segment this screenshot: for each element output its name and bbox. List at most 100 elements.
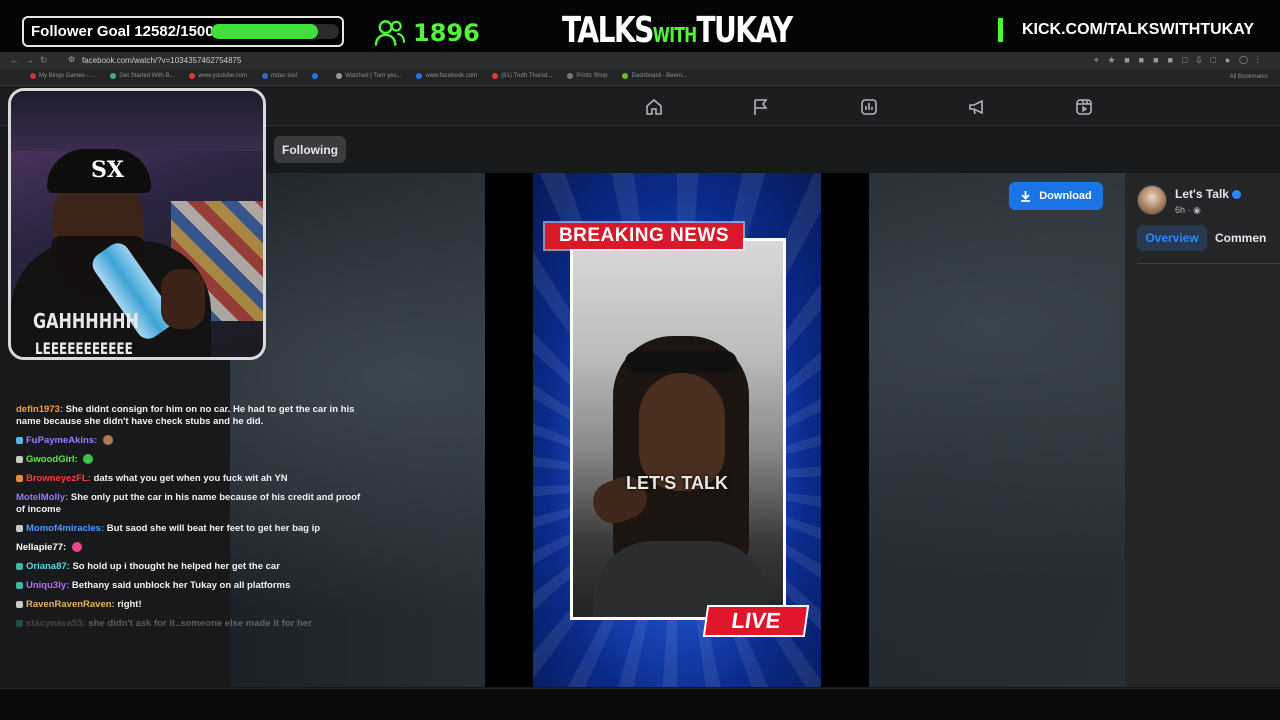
bookmark-item[interactable]: mdas tool [262,73,297,79]
brand-logo-tukay: TUKAY [696,10,793,51]
chat-message: defin1973: She didnt consign for him on … [10,404,370,428]
download-icon [1021,191,1031,202]
bookmark-favicon-icon [336,73,343,79]
post-time-text: 6h · [1175,205,1194,215]
bookmarks-list: My Bingo Games - ... Get Started With B..… [30,73,687,79]
chat-message: FuPaymeAkins: [10,435,370,447]
streamer-webcam: SX GAHHHHHH LEEEEEEEEEEE [8,88,266,360]
bookmark-item[interactable]: My Bingo Games - ... [30,73,95,79]
chat-badge-icon [16,524,23,532]
chat-message: RavenRavenRaven: right! [10,599,370,611]
globe-icon: ◉ [1193,205,1201,215]
chat-message: Uniqu3ly: Bethany said unblock her Tukay… [10,580,370,592]
bookmark-favicon-icon [416,73,423,79]
streamer-hand [161,269,205,329]
chat-text: She only put the car in his name because… [16,492,361,515]
brand-logo: TALKSWITHTUKAY [562,10,793,51]
bookmarks-bar: My Bingo Games - ... Get Started With B..… [0,69,1280,86]
flag-icon[interactable] [751,97,771,117]
chat-username[interactable]: MotelMolly: [16,492,68,503]
chat-message: Nellapie77: [10,542,370,554]
page-name-text[interactable]: Let's Talk [1175,187,1229,201]
chat-username[interactable]: BrowneyezFL: [26,473,91,484]
chat-username[interactable]: GwoodGirl: [26,454,78,465]
site-info-icon[interactable]: ⚙ [68,55,75,64]
kick-channel-url: KICK.COM/TALKSWITHTUKAY [1022,21,1254,38]
home-icon[interactable] [644,97,664,117]
chat-emote-icon [83,454,94,465]
download-button[interactable]: Download [1009,182,1103,210]
chat-text: dats what you get when you fuck wit ah Y… [93,473,288,484]
person-headband [625,351,737,373]
bookmark-item[interactable]: Watched | Turn yes... [336,73,401,79]
chat-username[interactable]: Momof4miracles: [26,523,104,534]
chat-badge-icon [16,581,23,589]
post-side-panel: Let's Talk 6h · ◉ Overview Commen [1125,173,1280,687]
bookmark-item[interactable]: www.facebook.com [416,73,477,79]
bookmark-favicon-icon [312,73,319,79]
bookmark-favicon-icon [262,73,269,79]
shirt-text-line1: GAHHHHHH [33,309,139,333]
users-icon [374,20,405,46]
chat-text: right! [117,599,142,610]
download-label: Download [1039,190,1092,202]
bookmark-item[interactable]: Get Started With B... [110,73,174,79]
stream-chat: defin1973: She didnt consign for him on … [10,404,370,637]
chat-badge-icon [16,474,23,482]
address-bar[interactable]: ←→↻ ⚙ facebook.com/watch/?v=103435746275… [0,52,1280,69]
chat-message: stacynava53: she didn't ask for it..some… [10,618,370,630]
all-bookmarks[interactable]: All Bookmarks [1230,74,1268,80]
bookmark-label: Get Started With B... [119,73,175,79]
brand-logo-with: WITH [652,23,697,47]
shirt-text-line2: LEEEEEEEEEEE [35,339,133,358]
bookmark-favicon-icon [189,73,196,79]
chat-message: MotelMolly: She only put the car in his … [10,492,370,516]
tab-comments[interactable]: Commen [1215,225,1266,251]
chat-emote-icon [102,435,113,446]
video-watermark: LET'S TALK [626,473,728,493]
page-name[interactable]: Let's Talk [1175,187,1241,201]
dashboard-icon[interactable] [859,97,879,117]
post-time: 6h · ◉ [1175,205,1201,216]
bookmark-label: (81) Truth Thursd... [501,73,553,79]
follower-goal-widget: Follower Goal 12582/15000 [22,16,344,47]
chat-username[interactable]: Uniqu3ly: [26,580,69,591]
tab-overview[interactable]: Overview [1137,225,1207,251]
chat-text: she didn't ask for it..someone else made… [88,618,312,629]
panel-divider [1137,263,1280,264]
chat-text: She didnt consign for him on no car. He … [16,404,355,427]
browser-nav-icons[interactable]: ←→↻ [10,55,54,66]
bookmark-favicon-icon [492,73,499,79]
chat-username[interactable]: Oriana87: [26,561,70,572]
chat-username[interactable]: defin1973: [16,404,63,415]
overlay-bottom-strip [0,688,1280,720]
chat-username[interactable]: Nellapie77: [16,542,66,553]
bookmark-item[interactable]: www.youtube.com [189,73,247,79]
chat-username[interactable]: stacynava53: [26,618,86,629]
following-button[interactable]: Following [274,136,346,163]
megaphone-icon[interactable] [967,97,987,117]
bookmark-label: Watched | Turn yes... [345,73,402,79]
bookmark-item[interactable]: Dashboard - Beem... [622,73,687,79]
chat-badge-icon [16,455,23,463]
chat-text: Bethany said unblock her Tukay on all pl… [71,580,291,591]
verified-badge-icon [1231,190,1241,200]
url-text[interactable]: facebook.com/watch/?v=1034357462754875 [82,56,241,65]
bookmark-favicon-icon [567,73,574,79]
extension-icons[interactable]: ⌖★■■■■□⇩□●◯⋮ [1094,55,1268,66]
follower-goal-label: Follower Goal 12582/15000 [31,23,222,40]
bookmark-item[interactable]: Prints Shop [567,73,607,79]
video-player[interactable]: BREAKING NEWS LET'S TALK LIVE [485,173,869,687]
chat-username[interactable]: FuPaymeAkins: [26,435,97,446]
chat-message: Momof4miracles: But saod she will beat h… [10,523,370,535]
chat-username[interactable]: RavenRavenRaven: [26,599,115,610]
bookmark-item[interactable] [312,73,321,79]
page-avatar[interactable] [1137,185,1167,215]
video-person-frame [570,238,786,620]
bookmark-label: www.youtube.com [198,73,248,79]
chat-badge-icon [16,436,23,444]
chat-emote-icon [71,542,82,553]
follower-goal-bar [211,24,339,39]
video-icon[interactable] [1074,97,1094,117]
bookmark-item[interactable]: (81) Truth Thursd... [492,73,552,79]
